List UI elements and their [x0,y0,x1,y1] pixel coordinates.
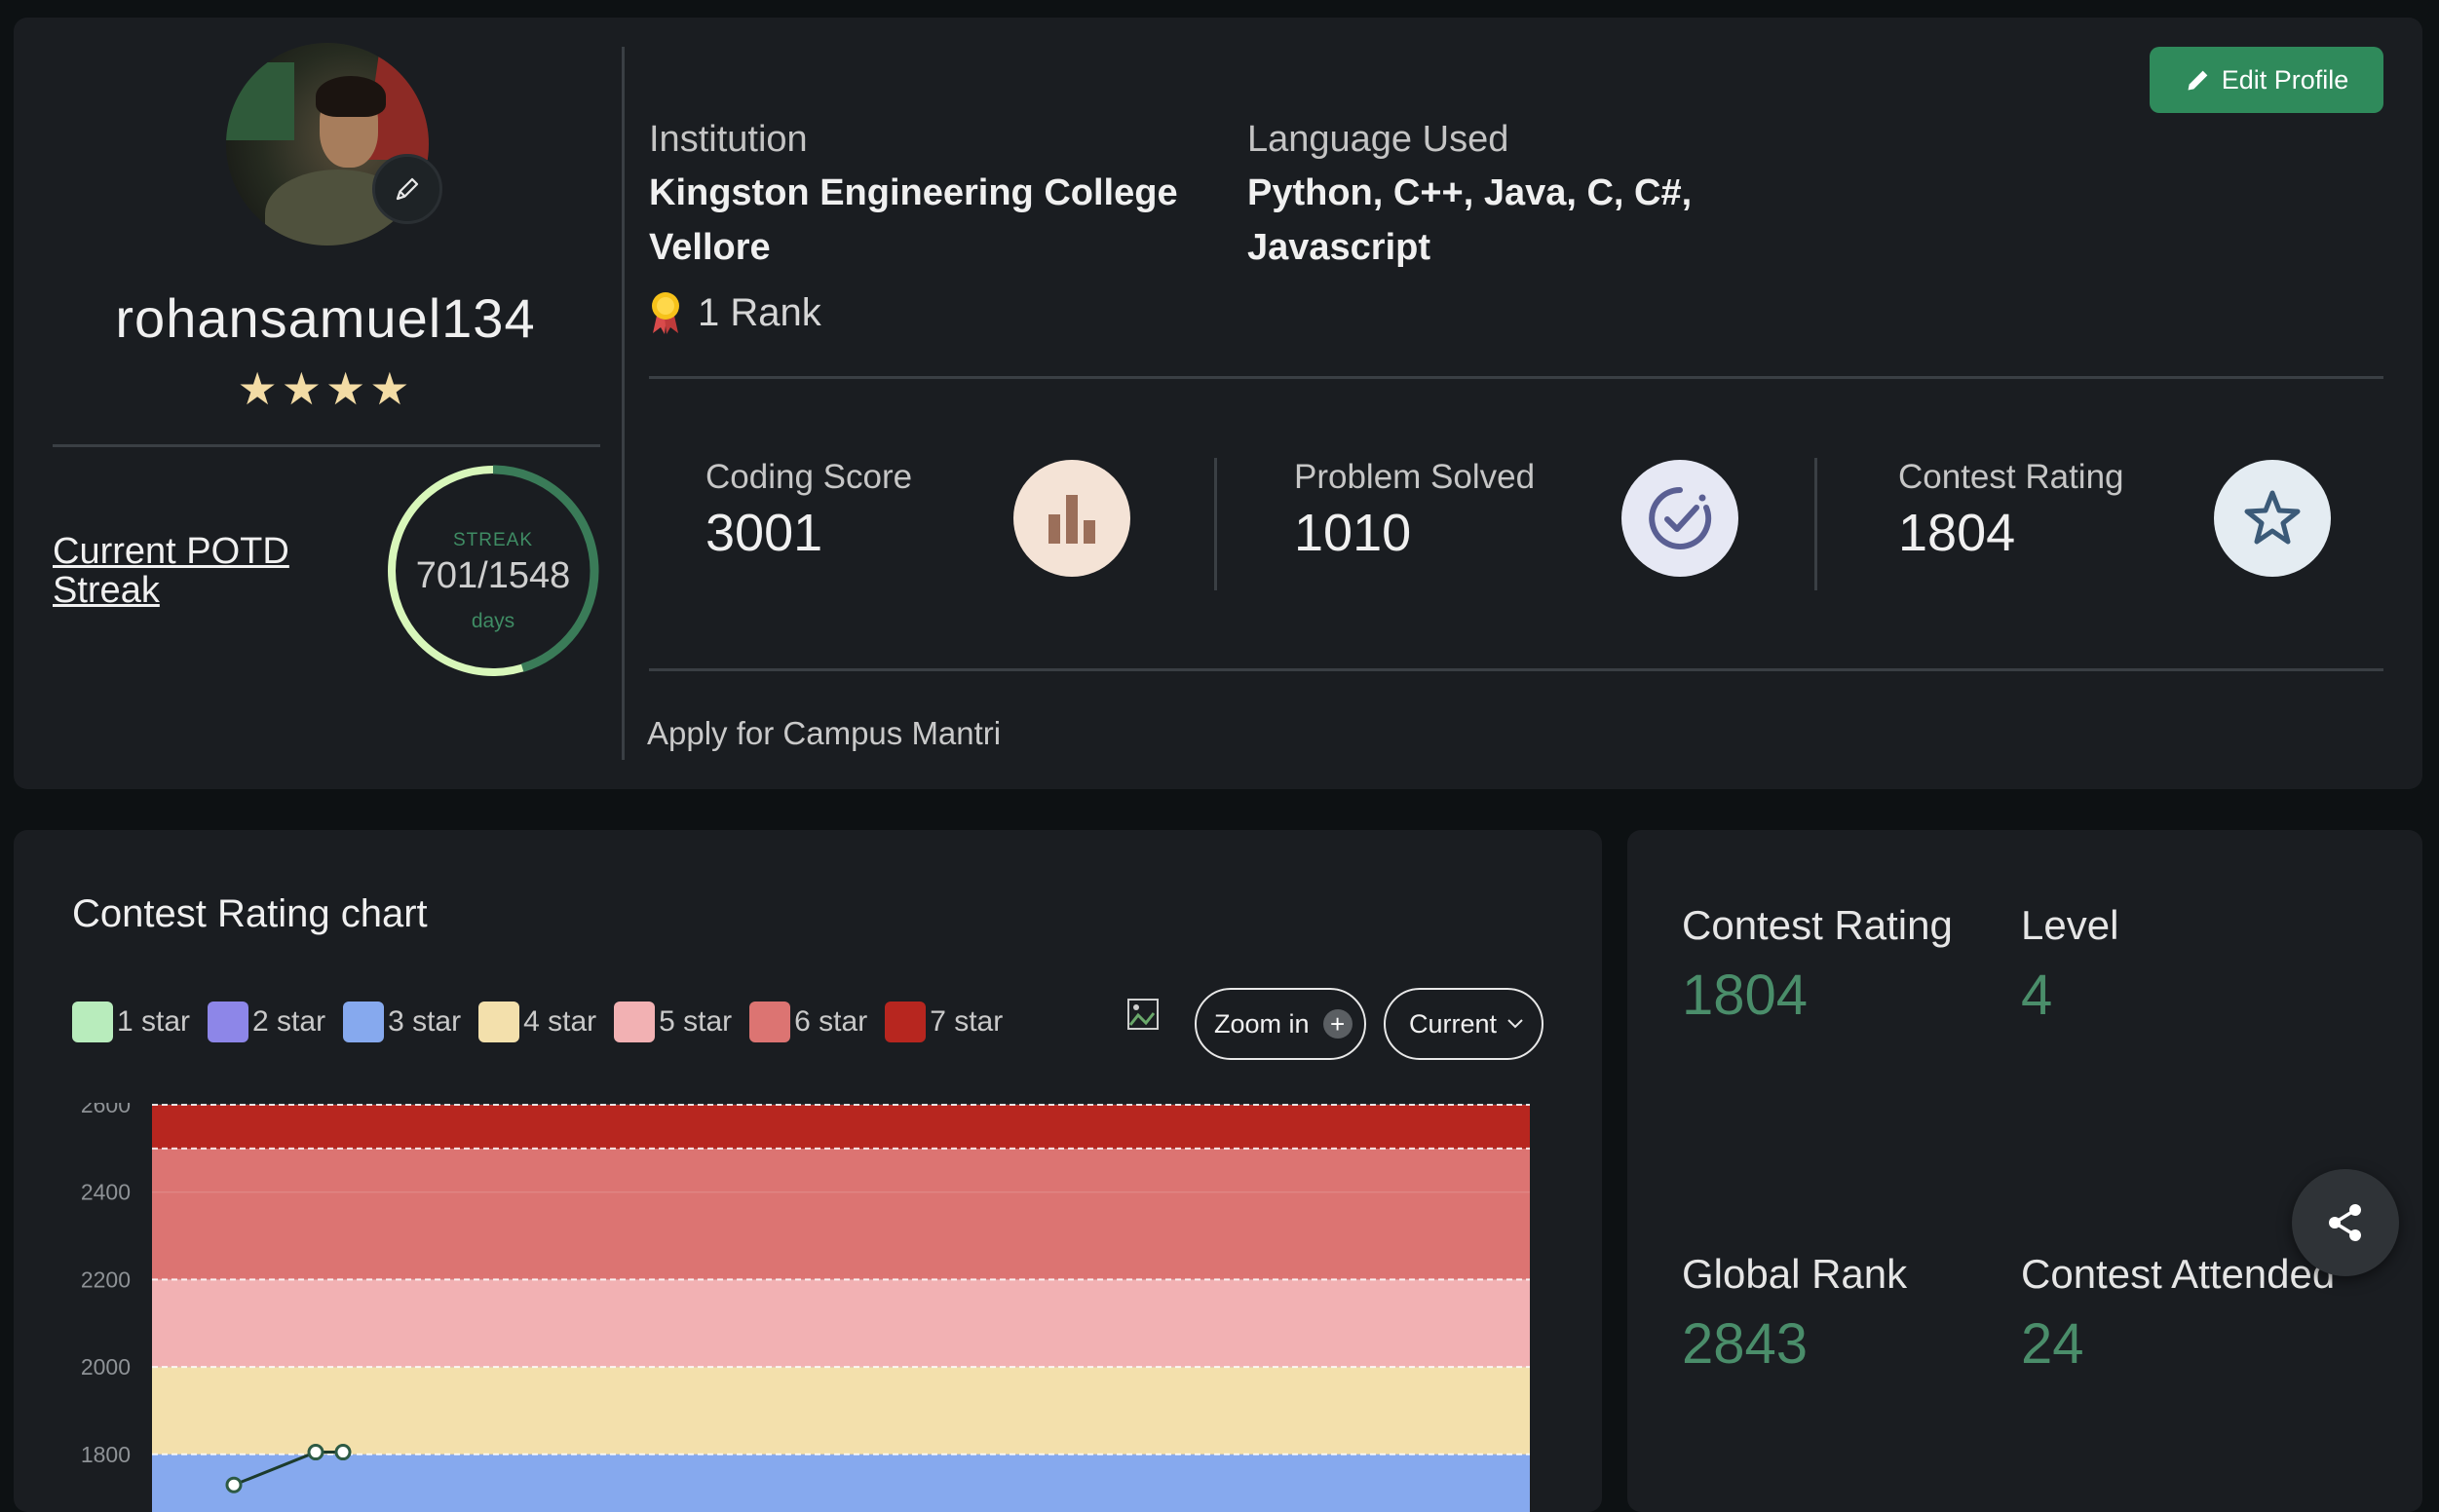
potd-streak-link[interactable]: Current POTD Streak [53,532,306,610]
medal-icon [652,292,679,334]
legend-label: 5 star [659,1005,733,1038]
zoom-in-label: Zoom in [1214,1008,1310,1039]
stat-label: Problem Solved [1294,458,1536,496]
rank-text: 1 Rank [698,290,821,334]
vertical-divider [622,47,625,760]
y-tick-label: 2400 [81,1180,131,1205]
legend-item: 4 star [478,1002,596,1042]
plus-icon: + [1322,1009,1353,1039]
contests-attended-value: 24 [2021,1312,2084,1376]
rating-band [152,1454,1530,1512]
rating-point[interactable] [307,1444,324,1461]
legend-item: 2 star [208,1002,325,1042]
share-icon [2329,1204,2361,1241]
language-label: Language Used [1247,119,1509,160]
edit-profile-label: Edit Profile [2221,64,2349,94]
range-select-value: Current [1409,1008,1498,1039]
avatar-edit-button[interactable] [372,154,442,224]
legend-label: 4 star [523,1005,597,1038]
range-select[interactable]: Current [1384,988,1543,1060]
y-tick-label: 1800 [81,1442,131,1467]
check-badge-icon [1621,460,1738,577]
share-button[interactable] [2292,1169,2399,1276]
stat-value: 1010 [1294,504,1412,562]
campus-mantri-link[interactable]: Apply for Campus Mantri [647,715,1001,752]
contests-attended-label: Contest Attended [2021,1251,2336,1297]
chevron-down-icon [1507,1019,1523,1029]
global-rank-label: Global Rank [1682,1251,1908,1297]
legend-swatch [343,1002,385,1042]
contest-rating-value: 1804 [1682,964,1809,1027]
stat-contest-rating: Contest Rating 1804 [1898,458,2124,563]
institution-label: Institution [649,119,808,160]
institution-name: Kingston Engineering College Vellore [649,166,1178,275]
legend-swatch [614,1002,656,1042]
legend-item: 6 star [749,1002,867,1042]
contest-rating-label: Contest Rating [1682,902,1953,948]
y-tick-label: 2200 [81,1266,131,1292]
profile-card: rohansamuel134 ★★★★ Current POTD Streak … [14,18,2422,789]
star-outline-icon [2214,460,2331,577]
chart-legend: 1 star 2 star 3 star 4 star 5 star 6 sta… [72,1002,1007,1042]
level-value: 4 [2021,964,2053,1027]
stat-value: 1804 [1898,504,2016,562]
stat-value: 3001 [705,504,823,562]
rating-point[interactable] [334,1444,352,1461]
zoom-in-button[interactable]: Zoom in + [1195,988,1366,1060]
legend-label: 2 star [252,1005,326,1038]
star-rating: ★★★★ [237,363,414,414]
contest-rating-chart-card: Contest Rating chart 1 star 2 star 3 sta… [14,830,1602,1512]
legend-label: 3 star [388,1005,462,1038]
divider [649,668,2383,671]
bar-chart-icon [1013,460,1130,577]
legend-swatch [749,1002,791,1042]
legend-label: 1 star [117,1005,191,1038]
legend-item: 7 star [885,1002,1003,1042]
legend-swatch [885,1002,927,1042]
contest-summary-card: Contest Rating 1804 Level 4 Global Rank … [1627,830,2422,1512]
legend-label: 7 star [930,1005,1004,1038]
stat-coding-score: Coding Score 3001 [705,458,912,563]
broken-image-icon [1127,999,1159,1030]
global-rank-value: 2843 [1682,1312,1809,1376]
languages: Python, C++, Java, C, C#, Javascript [1247,166,1692,275]
pencil-icon [396,177,419,201]
rating-point[interactable] [225,1476,243,1493]
rating-band [152,1148,1530,1280]
chart-title: Contest Rating chart [72,892,428,935]
streak-unit: days [471,610,515,632]
institution-line-2: Vellore [649,227,771,268]
legend-item: 1 star [72,1002,190,1042]
stat-label: Contest Rating [1898,458,2124,496]
rating-band [152,1279,1530,1368]
streak-label: STREAK [452,530,534,550]
legend-swatch [478,1002,520,1042]
level-label: Level [2021,902,2119,948]
y-tick-label: 2600 [81,1103,131,1117]
streak-value: 701/1548 [415,555,571,596]
legend-swatch [208,1002,249,1042]
legend-item: 5 star [614,1002,732,1042]
institution-rank: 1 Rank [647,290,821,335]
stat-separator [1814,458,1817,590]
pencil-icon [2188,70,2208,91]
language-line-1: Python, C++, Java, C, C#, [1247,172,1693,213]
y-tick-label: 2000 [81,1354,131,1380]
legend-label: 6 star [794,1005,868,1038]
username: rohansamuel134 [115,287,536,349]
language-line-2: Javascript [1247,227,1431,268]
rating-band [152,1367,1530,1455]
legend-swatch [72,1002,113,1042]
rating-chart: 1800 2000 2200 2400 2600 [81,1103,1530,1512]
legend-item: 3 star [343,1002,461,1042]
institution-line-1: Kingston Engineering College [649,172,1178,213]
stat-separator [1214,458,1217,590]
divider [649,376,2383,379]
edit-profile-button[interactable]: Edit Profile [2150,47,2383,113]
stat-problem-solved: Problem Solved 1010 [1294,458,1535,563]
divider [53,444,600,447]
rating-band [152,1105,1530,1149]
stat-label: Coding Score [705,458,913,496]
